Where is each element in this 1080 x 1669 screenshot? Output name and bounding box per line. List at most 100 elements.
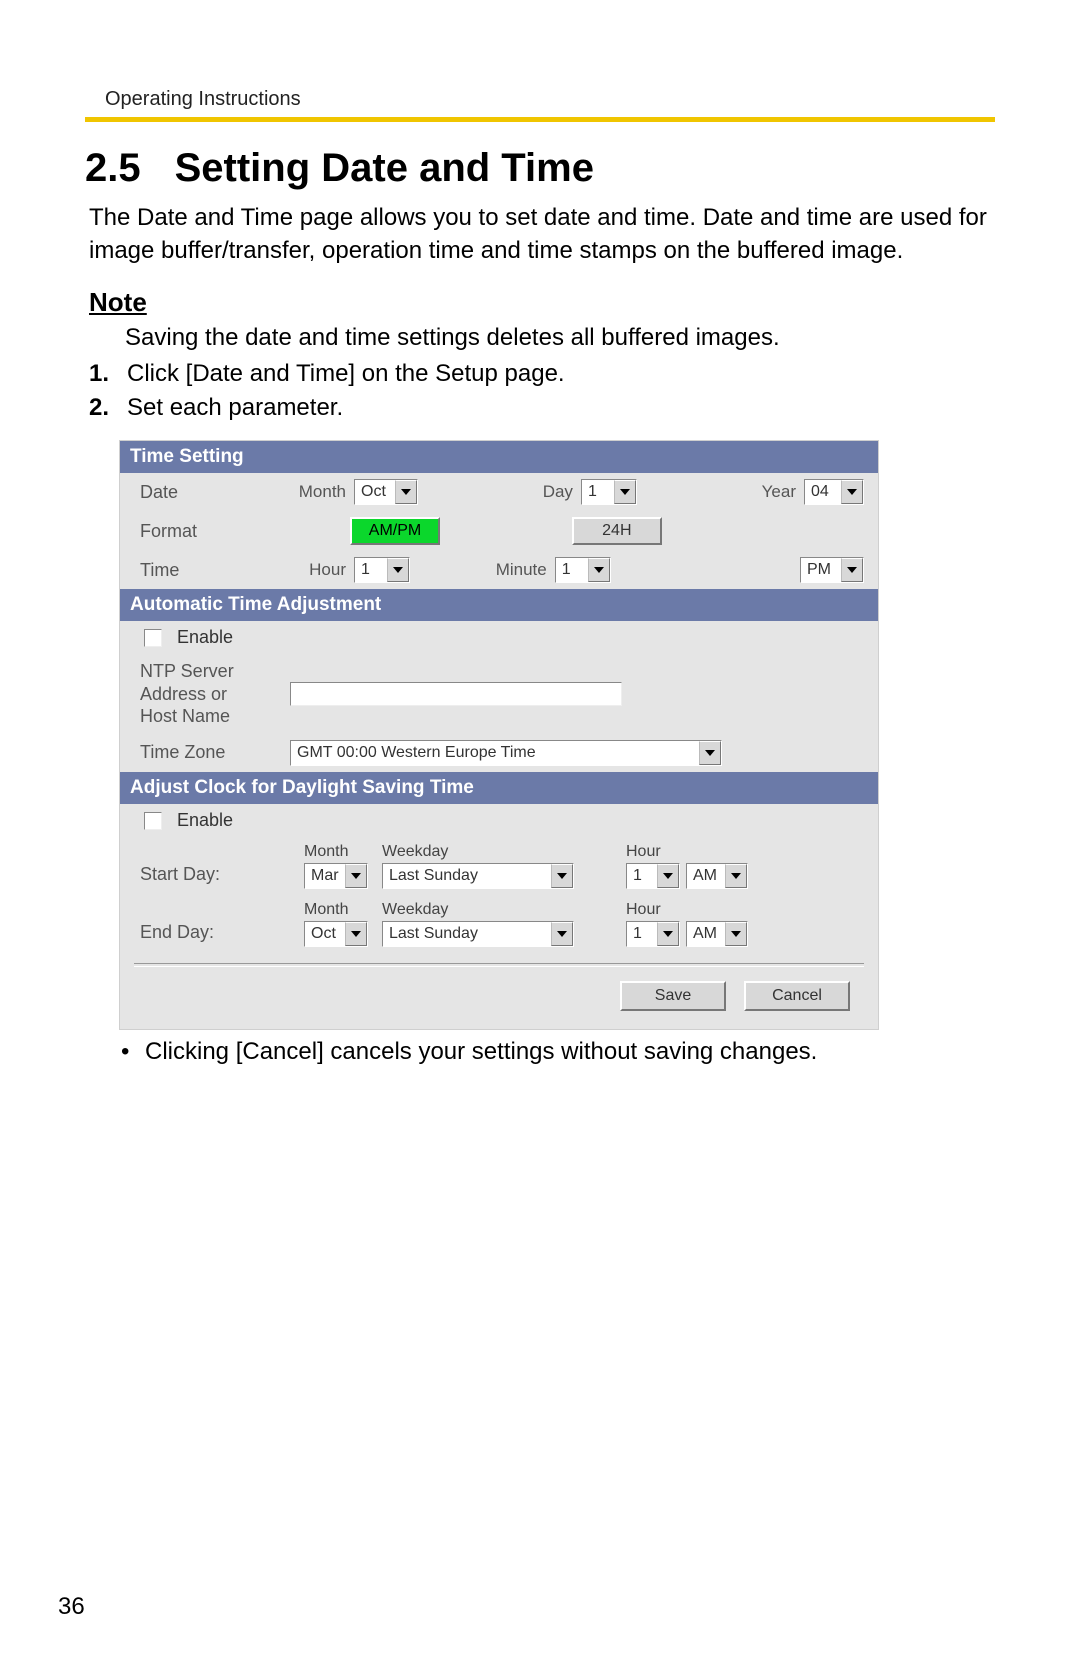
- start-hour-select[interactable]: 1: [626, 863, 680, 889]
- chevron-down-icon: [551, 922, 573, 946]
- minute-value: 1: [556, 558, 588, 582]
- step-2-number: 2.: [89, 394, 119, 422]
- ampm-value: PM: [801, 558, 841, 582]
- chevron-down-icon: [345, 922, 367, 946]
- start-weekday-value: Last Sunday: [383, 864, 551, 888]
- timezone-value: GMT 00:00 Western Europe Time: [291, 741, 699, 765]
- divider: [134, 963, 864, 967]
- chevron-down-icon: [841, 480, 863, 504]
- ntp-input[interactable]: [290, 682, 622, 706]
- button-row: Save Cancel: [120, 981, 878, 1011]
- auto-adjust-bar: Automatic Time Adjustment: [120, 589, 878, 621]
- auto-enable-label: Enable: [177, 627, 233, 647]
- end-ampm-value: AM: [687, 922, 725, 946]
- ntp-label-l2: Address or: [140, 684, 227, 704]
- format-label: Format: [140, 521, 290, 542]
- timezone-select[interactable]: GMT 00:00 Western Europe Time: [290, 740, 722, 766]
- time-setting-bar: Time Setting: [120, 441, 878, 473]
- dst-enable-checkbox[interactable]: [144, 812, 162, 830]
- note-text: Saving the date and time settings delete…: [125, 324, 995, 352]
- time-row: Time Hour 1 Minute 1 PM: [120, 551, 878, 589]
- end-hour-select[interactable]: 1: [626, 921, 680, 947]
- step-2-text: Set each parameter.: [127, 394, 343, 422]
- section-number: 2.5: [85, 146, 141, 191]
- note-heading: Note: [89, 287, 995, 318]
- auto-enable-row: Enable: [120, 621, 878, 654]
- chevron-down-icon: [657, 922, 679, 946]
- end-day-label: End Day:: [140, 922, 290, 947]
- section-title: Setting Date and Time: [175, 146, 594, 191]
- start-month-head: Month: [304, 843, 348, 861]
- ntp-label-l1: NTP Server: [140, 661, 234, 681]
- hour-label: Hour: [290, 560, 350, 580]
- save-button[interactable]: Save: [620, 981, 726, 1011]
- end-weekday-select[interactable]: Last Sunday: [382, 921, 574, 947]
- step-1-text: Click [Date and Time] on the Setup page.: [127, 360, 565, 388]
- footnote: •Clicking [Cancel] cancels your settings…: [121, 1038, 995, 1066]
- year-select[interactable]: 04: [804, 479, 864, 505]
- auto-enable-checkbox[interactable]: [144, 629, 162, 647]
- time-label: Time: [140, 560, 290, 581]
- day-value: 1: [582, 480, 614, 504]
- chevron-down-icon: [588, 558, 610, 582]
- minute-select[interactable]: 1: [555, 557, 611, 583]
- month-value: Oct: [355, 480, 395, 504]
- timezone-row: Time Zone GMT 00:00 Western Europe Time: [120, 734, 878, 772]
- chevron-down-icon: [614, 480, 636, 504]
- section-intro: The Date and Time page allows you to set…: [89, 201, 995, 267]
- format-24h-button[interactable]: 24H: [572, 517, 662, 545]
- page-number: 36: [58, 1593, 85, 1621]
- step-1-number: 1.: [89, 360, 119, 388]
- date-row: Date Month Oct Day 1 Year 04: [120, 473, 878, 511]
- end-month-select[interactable]: Oct: [304, 921, 368, 947]
- footnote-text: Clicking [Cancel] cancels your settings …: [145, 1038, 817, 1065]
- ampm-select[interactable]: PM: [800, 557, 864, 583]
- start-ampm-select[interactable]: AM: [686, 863, 748, 889]
- hour-select[interactable]: 1: [354, 557, 410, 583]
- header-rule: [85, 117, 995, 122]
- dst-enable-row: Enable: [120, 804, 878, 837]
- running-header: Operating Instructions: [105, 88, 995, 111]
- month-label: Month: [290, 482, 350, 502]
- format-row: Format AM/PM 24H: [120, 511, 878, 551]
- chevron-down-icon: [725, 922, 747, 946]
- start-month-value: Mar: [305, 864, 345, 888]
- end-month-value: Oct: [305, 922, 345, 946]
- dst-bar: Adjust Clock for Daylight Saving Time: [120, 772, 878, 804]
- ntp-label-l3: Host Name: [140, 706, 230, 726]
- start-weekday-head: Weekday: [382, 843, 448, 861]
- end-month-head: Month: [304, 901, 348, 919]
- cancel-button[interactable]: Cancel: [744, 981, 850, 1011]
- hour-value: 1: [355, 558, 387, 582]
- day-select[interactable]: 1: [581, 479, 637, 505]
- ntp-label: NTP Server Address or Host Name: [140, 660, 290, 728]
- dst-end-row: End Day: Month Oct Weekday Last Sunday H…: [120, 895, 878, 953]
- chevron-down-icon: [395, 480, 417, 504]
- chevron-down-icon: [725, 864, 747, 888]
- timezone-label: Time Zone: [140, 742, 290, 763]
- start-ampm-value: AM: [687, 864, 725, 888]
- end-hour-value: 1: [627, 922, 657, 946]
- start-day-label: Start Day:: [140, 864, 290, 889]
- month-select[interactable]: Oct: [354, 479, 418, 505]
- start-month-select[interactable]: Mar: [304, 863, 368, 889]
- start-hour-value: 1: [627, 864, 657, 888]
- ntp-row: NTP Server Address or Host Name: [120, 654, 878, 734]
- end-hour-head: Hour: [626, 901, 661, 919]
- chevron-down-icon: [551, 864, 573, 888]
- day-label: Day: [543, 482, 577, 502]
- chevron-down-icon: [699, 741, 721, 765]
- format-ampm-button[interactable]: AM/PM: [350, 517, 440, 545]
- chevron-down-icon: [387, 558, 409, 582]
- date-label: Date: [140, 482, 290, 503]
- year-value: 04: [805, 480, 841, 504]
- minute-label: Minute: [496, 560, 551, 580]
- settings-panel: Time Setting Date Month Oct Day 1 Year 0…: [119, 440, 879, 1030]
- dst-start-row: Start Day: Month Mar Weekday Last Sunday…: [120, 837, 878, 895]
- year-label: Year: [762, 482, 800, 502]
- start-hour-head: Hour: [626, 843, 661, 861]
- end-weekday-head: Weekday: [382, 901, 448, 919]
- end-ampm-select[interactable]: AM: [686, 921, 748, 947]
- start-weekday-select[interactable]: Last Sunday: [382, 863, 574, 889]
- end-weekday-value: Last Sunday: [383, 922, 551, 946]
